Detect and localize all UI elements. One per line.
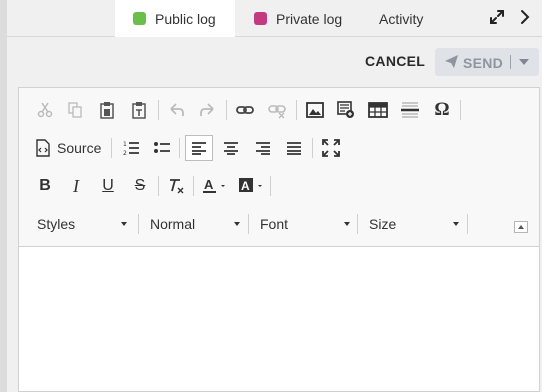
underline-icon[interactable]: U [96, 174, 120, 198]
source-button-label[interactable]: Source [57, 140, 101, 156]
format-dropdown-label: Normal [150, 216, 196, 232]
collapse-toolbar-icon[interactable] [514, 221, 528, 233]
tab-activity-label: Activity [379, 10, 424, 27]
special-char-icon[interactable]: Ω [430, 98, 454, 122]
size-dropdown-label: Size [369, 216, 397, 232]
send-divider [510, 55, 511, 69]
bold-icon[interactable]: B [33, 174, 57, 198]
public-dot-icon [133, 12, 146, 25]
bullet-list-icon[interactable] [150, 136, 174, 160]
strikethrough-icon[interactable]: S [128, 174, 152, 198]
source-icon[interactable] [31, 136, 55, 160]
align-left-icon[interactable] [185, 135, 213, 161]
chevron-right-icon[interactable] [519, 9, 531, 25]
svg-text:2: 2 [123, 150, 127, 157]
numbered-list-icon[interactable]: 12 [119, 136, 143, 160]
chevron-down-icon [453, 222, 459, 226]
chevron-down-icon [344, 222, 350, 226]
format-dropdown[interactable]: Normal [150, 212, 246, 236]
font-dropdown-label: Font [260, 216, 289, 232]
horizontal-rule-icon[interactable] [398, 98, 422, 122]
toolbar-separator [460, 100, 461, 120]
justify-icon[interactable] [282, 136, 306, 160]
redo-icon[interactable] [195, 98, 219, 122]
maximize-icon[interactable] [319, 136, 343, 160]
text-color-icon[interactable]: A [201, 174, 229, 198]
toolbar-separator [111, 138, 112, 158]
align-center-icon[interactable] [219, 136, 243, 160]
send-options-caret-icon[interactable] [519, 59, 529, 65]
tab-private-log[interactable]: Private log [244, 0, 366, 37]
toolbar-separator [158, 176, 159, 196]
table-icon[interactable] [366, 98, 390, 122]
svg-text:A: A [241, 179, 250, 193]
toolbar-separator [270, 176, 271, 196]
svg-text:A: A [204, 177, 214, 192]
align-right-icon[interactable] [251, 136, 275, 160]
chevron-down-icon [234, 222, 240, 226]
toolbar-separator [296, 100, 297, 120]
editor-toolbar: Ω Source 12 B I U S A A Styles Normal Fo… [19, 88, 539, 247]
tab-private-log-label: Private log [276, 10, 343, 27]
undo-icon[interactable] [165, 98, 189, 122]
font-dropdown[interactable]: Font [260, 212, 356, 236]
private-dot-icon [254, 12, 267, 25]
tab-bar: Public log Private log Activity [7, 0, 542, 37]
toolbar-separator [312, 138, 313, 158]
editor-content-area[interactable] [19, 248, 539, 391]
tab-public-log-label: Public log [155, 10, 216, 27]
styles-dropdown-label: Styles [37, 216, 76, 232]
toolbar-separator [357, 214, 358, 234]
link-icon[interactable] [233, 98, 257, 122]
paste-icon[interactable] [95, 98, 119, 122]
toolbar-separator [248, 214, 249, 234]
image-icon[interactable] [303, 98, 327, 122]
expand-icon[interactable] [490, 10, 504, 24]
send-icon [445, 55, 458, 68]
size-dropdown[interactable]: Size [369, 212, 465, 236]
remove-format-icon[interactable] [164, 174, 188, 198]
toolbar-separator [158, 100, 159, 120]
image-gallery-icon[interactable] [334, 98, 358, 122]
background-color-icon[interactable]: A [237, 174, 267, 198]
paste-text-icon[interactable] [127, 98, 151, 122]
cancel-button[interactable]: CANCEL [365, 53, 425, 69]
rich-text-editor[interactable]: Ω Source 12 B I U S A A Styles Normal Fo… [18, 87, 540, 392]
toolbar-separator [467, 214, 468, 234]
cut-icon[interactable] [33, 98, 57, 122]
styles-dropdown[interactable]: Styles [37, 212, 133, 236]
toolbar-separator [226, 100, 227, 120]
toolbar-separator [138, 214, 139, 234]
left-strip [0, 0, 7, 392]
svg-text:1: 1 [123, 141, 127, 148]
send-button-label: SEND [463, 55, 504, 71]
tab-public-log[interactable]: Public log [115, 0, 235, 37]
copy-icon[interactable] [63, 98, 87, 122]
send-button[interactable]: SEND [435, 48, 539, 76]
italic-icon[interactable]: I [64, 174, 88, 198]
toolbar-separator [193, 176, 194, 196]
unlink-icon[interactable] [265, 98, 289, 122]
log-panel: Public log Private log Activity CANCEL S… [0, 0, 542, 392]
tab-activity[interactable]: Activity [374, 0, 434, 37]
chevron-down-icon [121, 222, 127, 226]
toolbar-separator [179, 138, 180, 158]
